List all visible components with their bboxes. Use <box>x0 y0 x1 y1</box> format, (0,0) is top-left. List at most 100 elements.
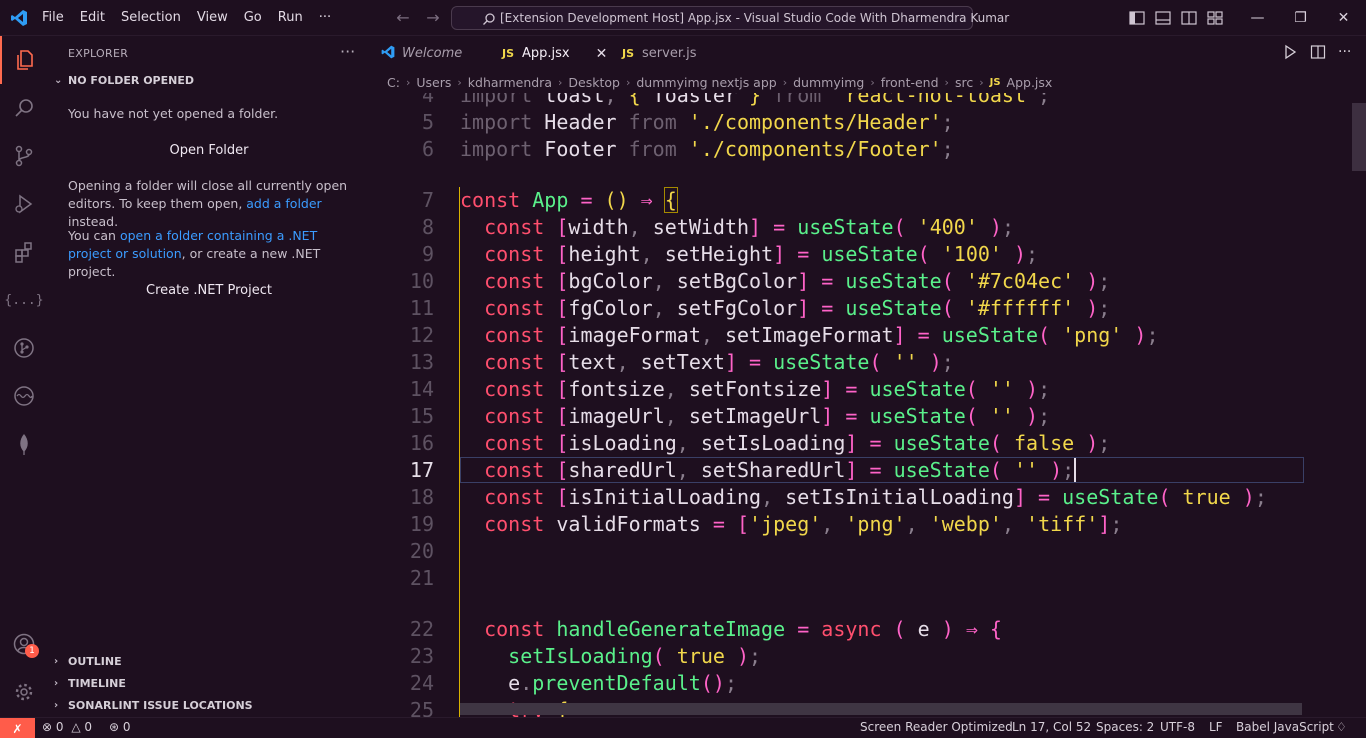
minimize-icon[interactable]: — <box>1236 0 1279 36</box>
vscode-tab-icon <box>380 44 396 64</box>
toggle-secondary-sidebar-icon[interactable] <box>1180 9 1198 27</box>
screen-reader-status[interactable]: Screen Reader Optimized <box>860 720 1013 734</box>
line-number: 9 <box>421 242 434 266</box>
more-editor-actions-icon[interactable]: ··· <box>1338 44 1351 64</box>
close-tab-icon[interactable]: ✕ <box>596 46 608 62</box>
extensions-icon[interactable] <box>0 228 48 276</box>
forward-arrow-icon[interactable]: → <box>422 8 444 27</box>
indentation-status[interactable]: Spaces: 2 <box>1096 720 1154 734</box>
chevron-right-icon: › <box>782 75 788 89</box>
line-number: 15 <box>409 404 434 428</box>
json-braces-icon[interactable]: {...} <box>0 276 48 324</box>
tab-server-js[interactable]: JS server.js <box>622 36 722 71</box>
code-line: const [isLoading, setIsLoading] = useSta… <box>484 431 1111 455</box>
search-view-icon[interactable] <box>0 84 48 132</box>
menu-more[interactable]: ··· <box>311 0 339 36</box>
restore-icon[interactable]: ❐ <box>1279 0 1322 36</box>
problems-indicator[interactable]: ⊗ 0 △ 0 <box>42 720 92 734</box>
menu-run[interactable]: Run <box>270 0 311 36</box>
menu-edit[interactable]: Edit <box>72 0 113 36</box>
title-bar: File Edit Selection View Go Run ··· ← → … <box>0 0 1366 36</box>
toggle-primary-sidebar-icon[interactable] <box>1128 9 1146 27</box>
breadcrumb-item[interactable]: Users <box>416 75 451 90</box>
code-editor[interactable]: 4 5 6 7 8 9 10 11 12 13 14 15 16 17 18 1… <box>370 93 1366 717</box>
warning-count: 0 <box>84 720 93 734</box>
sidebar-title: EXPLORER <box>68 47 129 60</box>
notifications-bell-icon[interactable]: ♢ <box>1336 720 1347 734</box>
chevron-right-icon: › <box>979 75 984 89</box>
breadcrumb-item[interactable]: App.jsx <box>1007 75 1053 90</box>
radio-tower-icon: ⊛ <box>109 720 120 734</box>
menu-view[interactable]: View <box>189 0 236 36</box>
line-number: 20 <box>409 539 434 563</box>
open-folder-button[interactable]: Open Folder <box>68 137 350 163</box>
ports-indicator[interactable]: ⊛ 0 <box>109 720 131 734</box>
remote-explorer-icon[interactable] <box>0 372 48 420</box>
breadcrumb-item[interactable]: Desktop <box>568 75 620 90</box>
section-no-folder[interactable]: ⌄ NO FOLDER OPENED <box>54 74 194 87</box>
split-editor-icon[interactable] <box>1310 44 1326 64</box>
language-mode[interactable]: Babel JavaScript <box>1236 720 1334 734</box>
breadcrumb-item[interactable]: dummyimg nextjs app <box>636 75 776 90</box>
git-graph-icon[interactable] <box>0 324 48 372</box>
customize-layout-icon[interactable] <box>1206 9 1224 27</box>
open-folder-warning: Opening a folder will close all currentl… <box>68 177 358 231</box>
command-center[interactable]: [Extension Development Host] App.jsx - V… <box>451 6 1009 30</box>
cursor-position[interactable]: Ln 17, Col 52 <box>1012 720 1091 734</box>
source-control-icon[interactable] <box>0 132 48 180</box>
encoding-status[interactable]: UTF-8 <box>1160 720 1195 734</box>
explorer-icon[interactable] <box>0 36 48 84</box>
code-line-current: const [sharedUrl, setSharedUrl] = useSta… <box>484 458 1077 482</box>
close-window-icon[interactable]: ✕ <box>1322 0 1365 36</box>
breadcrumb-item[interactable]: front-end <box>881 75 939 90</box>
breadcrumb-item[interactable]: src <box>955 75 973 90</box>
layout-controls <box>1128 9 1224 27</box>
horizontal-scrollbar[interactable] <box>460 703 1302 715</box>
section-timeline[interactable]: › TIMELINE <box>54 677 126 690</box>
breadcrumb-item[interactable]: kdharmendra <box>468 75 552 90</box>
vscode-logo-icon <box>9 8 29 28</box>
breadcrumb: C: › Users › kdharmendra › Desktop › dummyim… <box>387 71 1052 93</box>
mongodb-leaf-icon[interactable] <box>0 420 48 468</box>
menu-file[interactable]: File <box>34 0 72 36</box>
more-actions-icon[interactable]: ··· <box>340 42 355 61</box>
back-arrow-icon[interactable]: ← <box>392 8 414 27</box>
code-line: e.preventDefault(); <box>460 671 737 695</box>
eol-status[interactable]: LF <box>1209 720 1223 734</box>
tab-app-jsx[interactable]: JS App.jsx ✕ <box>502 36 610 71</box>
create-net-project-button[interactable]: Create .NET Project <box>68 277 350 303</box>
section-outline[interactable]: › OUTLINE <box>54 655 122 668</box>
ports-count: 0 <box>122 720 131 734</box>
accounts-badge: 1 <box>25 644 39 658</box>
settings-gear-icon[interactable] <box>0 668 48 716</box>
net-project-message: You can open a folder containing a .NET … <box>68 227 358 281</box>
tab-server-js-label: server.js <box>642 46 697 61</box>
code-line: const App = () ⇒ { <box>460 187 678 213</box>
menu-go[interactable]: Go <box>236 0 270 36</box>
warning-icon: △ <box>71 720 81 734</box>
error-icon: ⊗ <box>42 720 53 734</box>
code-line: const [imageFormat, setImageFormat] = us… <box>484 323 1159 347</box>
chevron-right-icon: › <box>557 75 563 89</box>
tab-welcome[interactable]: Welcome <box>380 36 488 71</box>
editor-actions: ··· <box>1282 44 1351 64</box>
run-file-icon[interactable] <box>1282 44 1298 64</box>
editor-tab-bar: Welcome JS App.jsx ✕ JS server.js <box>370 36 1366 71</box>
section-timeline-label: TIMELINE <box>68 677 126 690</box>
line-number: 13 <box>409 350 434 374</box>
code-line: const handleGenerateImage = async ( e ) … <box>484 617 1002 641</box>
vertical-scrollbar-thumb[interactable] <box>1352 103 1366 171</box>
explorer-sidebar: EXPLORER ··· ⌄ NO FOLDER OPENED You have… <box>48 36 370 717</box>
menu-selection[interactable]: Selection <box>113 0 189 36</box>
accounts-icon[interactable] <box>0 620 48 668</box>
code-line: const [bgColor, setBgColor] = useState( … <box>484 269 1111 293</box>
toggle-panel-icon[interactable] <box>1154 9 1172 27</box>
add-folder-link[interactable]: add a folder <box>246 196 321 211</box>
breadcrumb-item[interactable]: C: <box>387 75 400 90</box>
breadcrumb-item[interactable]: dummyimg <box>793 75 864 90</box>
run-debug-icon[interactable] <box>0 180 48 228</box>
line-number: 5 <box>421 110 434 134</box>
section-sonarlint[interactable]: › SONARLINT ISSUE LOCATIONS <box>54 699 253 712</box>
line-number: 6 <box>421 137 434 161</box>
remote-indicator-icon[interactable]: ✗ <box>0 718 35 738</box>
